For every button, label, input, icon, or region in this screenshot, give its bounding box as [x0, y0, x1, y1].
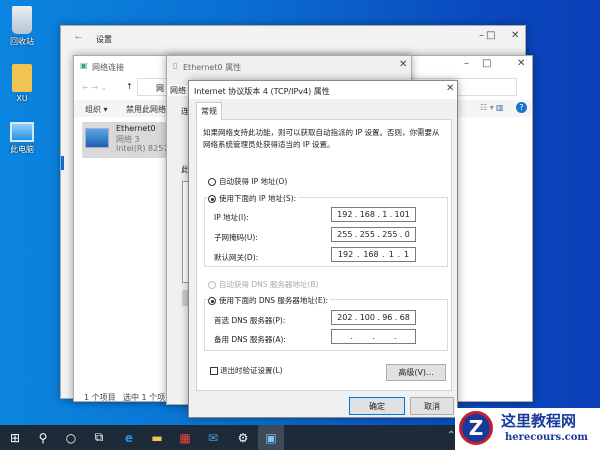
ok-button[interactable]: 确定	[349, 397, 405, 415]
alternate-dns-field[interactable]: ...	[331, 329, 416, 344]
help-icon[interactable]: ?	[516, 102, 527, 113]
auto-ip-radio[interactable]: 自动获得 IP 地址(O)	[208, 176, 287, 187]
mail-icon[interactable]: ✉	[200, 425, 226, 450]
user-folder-icon	[12, 64, 32, 92]
preview-pane-icon[interactable]: ▥	[496, 103, 504, 112]
window-title: Ethernet0 属性	[183, 63, 242, 72]
cancel-button[interactable]: 取消	[410, 397, 454, 415]
file-explorer-icon[interactable]: ▬	[144, 425, 170, 450]
recycle-bin-icon	[12, 6, 32, 34]
close-button[interactable]: ✕	[399, 59, 407, 70]
organize-menu[interactable]: 组织 ▾	[85, 104, 108, 115]
minimize-button[interactable]: –	[479, 30, 484, 41]
maximize-button[interactable]: □	[486, 30, 495, 41]
manual-ip-radio[interactable]: 使用下面的 IP 地址(S):	[208, 193, 299, 204]
ip-address-field[interactable]: 192. 168. 1. 101	[331, 207, 416, 222]
advanced-button[interactable]: 高级(V)...	[386, 364, 446, 381]
ipv4-properties-dialog: Internet 协议版本 4 (TCP/IPv4) 属性 ✕ 常规 如果网络支…	[188, 80, 458, 418]
settings-gear-icon[interactable]: ⚙	[230, 425, 256, 450]
close-button[interactable]: ✕	[517, 58, 525, 69]
watermark: Z 这里教程网 herecours.com	[455, 408, 600, 450]
desktop-icon-this-pc[interactable]: 此电脑	[0, 122, 44, 155]
close-button[interactable]: ✕	[446, 83, 454, 94]
dialog-title: Internet 协议版本 4 (TCP/IPv4) 属性	[194, 87, 330, 96]
network-icon: ▣	[80, 61, 88, 70]
edge-browser-icon[interactable]: e	[116, 425, 142, 450]
start-windows-icon[interactable]: ⊞	[2, 425, 28, 450]
settings-nav-indicator	[61, 156, 64, 170]
minimize-button[interactable]: –	[464, 58, 469, 69]
window-title: 网络连接	[92, 63, 124, 72]
network-adapter-icon	[85, 128, 109, 148]
close-button[interactable]: ✕	[511, 30, 519, 41]
watermark-logo-icon: Z	[459, 411, 493, 445]
view-options-icon[interactable]: ☷ ▾	[480, 103, 494, 112]
general-panel: 如果网络支持此功能，则可以获取自动指派的 IP 设置。否则，你需要从网络系统管理…	[196, 119, 452, 391]
desktop-icon-recycle-bin[interactable]: 回收站	[0, 6, 44, 47]
network-connections-taskbar-icon[interactable]: ▣	[258, 425, 284, 450]
cortana-circle-icon[interactable]: ○	[58, 425, 84, 450]
tab-networking[interactable]: 网络	[167, 85, 189, 96]
manual-dns-radio[interactable]: 使用下面的 DNS 服务器地址(E):	[208, 295, 331, 306]
auto-dns-radio[interactable]: 自动获得 DNS 服务器地址(B)	[208, 279, 318, 290]
tab-general[interactable]: 常规	[196, 102, 222, 120]
up-button[interactable]: ↑	[126, 82, 133, 91]
monitor-icon	[10, 122, 34, 142]
search-icon[interactable]: ⚲	[30, 425, 56, 450]
default-gateway-field[interactable]: 192. 168. 1. 1	[331, 247, 416, 262]
task-view-icon[interactable]: ⧉	[86, 425, 112, 450]
description-text: 如果网络支持此功能，则可以获取自动指派的 IP 设置。否则，你需要从网络系统管理…	[203, 128, 440, 149]
back-arrow-icon[interactable]: ←	[75, 33, 82, 42]
validate-on-exit-checkbox[interactable]: 退出时验证设置(L)	[210, 365, 283, 376]
subnet-mask-field[interactable]: 255. 255. 255. 0	[331, 227, 416, 242]
store-icon[interactable]: ▦	[172, 425, 198, 450]
preferred-dns-field[interactable]: 202. 100. 96. 68	[331, 310, 416, 325]
maximize-button[interactable]: □	[482, 58, 491, 69]
status-item-count: 1 个项目	[84, 393, 116, 402]
adapter-item-ethernet0[interactable]: Ethernet0 网络 3 Intel(R) 82574L	[82, 122, 178, 158]
desktop-icon-user[interactable]: XU	[0, 64, 44, 103]
back-button[interactable]: ← → ⌄	[82, 83, 107, 92]
settings-title: 设置	[96, 35, 112, 44]
adapter-icon: ▯	[173, 61, 178, 70]
